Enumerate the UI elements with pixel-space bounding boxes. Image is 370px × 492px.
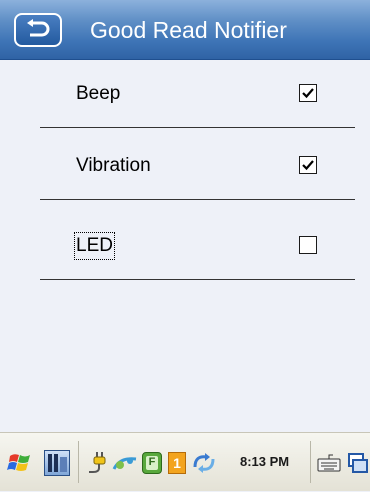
network-icon[interactable]: [112, 433, 138, 492]
beep-checkbox[interactable]: [299, 84, 317, 102]
taskbar: F 1 8:13 PM: [0, 432, 370, 491]
power-plug-icon[interactable]: [86, 433, 112, 492]
vibration-checkbox[interactable]: [299, 156, 317, 174]
checkmark-icon: [302, 160, 314, 171]
clock-time[interactable]: 8:13 PM: [240, 451, 289, 473]
option-label-vibration: Vibration: [76, 155, 151, 176]
f-badge-icon[interactable]: F: [140, 433, 164, 492]
one-badge-label: 1: [173, 454, 181, 471]
option-label-led: LED: [74, 232, 115, 260]
f-badge-label: F: [148, 456, 156, 468]
one-badge-icon[interactable]: 1: [166, 433, 188, 492]
back-button[interactable]: [14, 13, 62, 47]
app-icon[interactable]: [40, 433, 74, 492]
sync-icon[interactable]: [190, 433, 218, 492]
tray-separator: [78, 441, 79, 483]
option-row-beep[interactable]: Beep: [40, 60, 355, 128]
window-switch-icon[interactable]: [346, 433, 370, 492]
tray-separator: [310, 441, 311, 483]
option-row-led[interactable]: LED: [40, 212, 355, 280]
option-row-vibration[interactable]: Vibration: [40, 132, 355, 200]
keyboard-icon[interactable]: [314, 433, 344, 492]
page-title: Good Read Notifier: [90, 17, 287, 43]
option-label-beep: Beep: [76, 83, 121, 104]
led-checkbox[interactable]: [299, 236, 317, 254]
back-arrow-icon: [27, 19, 50, 37]
checkmark-icon: [302, 88, 314, 99]
windows-start-icon[interactable]: [4, 433, 36, 492]
settings-list: Beep Vibration LED: [0, 60, 370, 432]
title-bar: Good Read Notifier: [0, 0, 370, 60]
